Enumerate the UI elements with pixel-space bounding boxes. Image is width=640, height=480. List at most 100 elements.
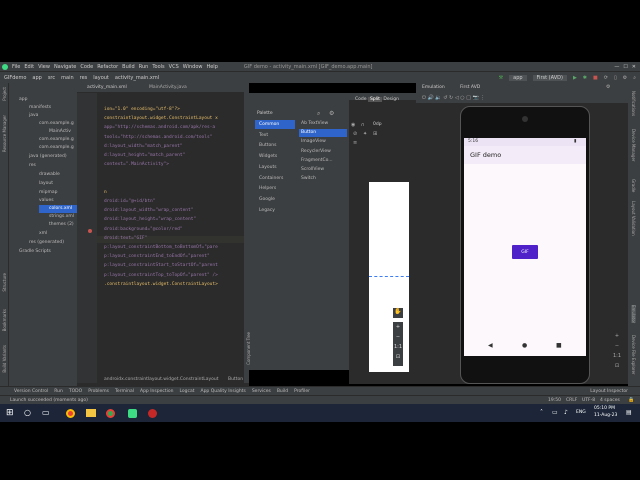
volume-icon[interactable]: ♪ <box>564 409 568 416</box>
emulator-settings-icon[interactable]: ⚙ <box>606 84 610 90</box>
code-line[interactable]: app="http://schemas.android.com/apk/res-… <box>104 125 215 130</box>
palette-item[interactable]: Ab TextView <box>301 121 328 126</box>
emulator-zoom-1to1[interactable]: 1:1 <box>612 351 622 361</box>
default-margin[interactable]: 0dp <box>373 122 382 127</box>
taskbar-date[interactable]: 11-Aug-23 <box>594 413 617 418</box>
power-icon[interactable]: ⏻ <box>422 95 426 101</box>
tab-terminal[interactable]: Terminal <box>115 389 134 394</box>
hammer-icon[interactable]: ⚒ <box>499 75 503 81</box>
tool-resource-manager[interactable]: Resource Manager <box>2 115 7 152</box>
code-line[interactable]: p:layout_constraintStart_toStartOf="pare… <box>104 263 218 268</box>
home-icon[interactable]: ○ <box>460 95 464 101</box>
menu-navigate[interactable]: Navigate <box>54 64 76 70</box>
emulator-zoom-fit-icon[interactable]: ⊡ <box>612 361 622 371</box>
screenshot-icon[interactable]: 📷 <box>473 95 479 101</box>
device-select[interactable]: First (AVD) <box>532 74 567 81</box>
breadcrumb-constraintlayout[interactable]: androidx.constraintlayout.widget.Constra… <box>104 377 219 382</box>
zoom-out-icon[interactable]: − <box>393 332 403 342</box>
code-line[interactable]: droid:background="@color/red" <box>104 227 183 232</box>
palette-category[interactable]: Layouts <box>259 165 277 170</box>
tree-java[interactable]: java <box>29 113 38 118</box>
stop-icon[interactable]: ■ <box>593 75 598 81</box>
tree-res-generated[interactable]: res (generated) <box>29 240 64 245</box>
tab-build[interactable]: Build <box>277 389 288 394</box>
close-icon[interactable]: ✕ <box>632 64 636 70</box>
emulator-zoom-in-icon[interactable]: + <box>612 331 622 341</box>
tree-app[interactable]: app <box>19 97 27 102</box>
tree-manifests[interactable]: manifests <box>29 105 51 110</box>
palette-category[interactable]: Legacy <box>259 208 275 213</box>
palette-item[interactable]: ImageView <box>301 139 326 144</box>
mode-design-button[interactable]: Design <box>383 97 399 102</box>
tool-structure[interactable]: Structure <box>2 273 7 292</box>
chrome-icon[interactable] <box>66 409 75 418</box>
run-config-select[interactable]: app <box>509 74 527 81</box>
debug-icon[interactable]: ✱ <box>583 75 587 81</box>
layout-preview[interactable] <box>369 182 409 372</box>
tree-package-main[interactable]: com.example.g <box>39 121 74 126</box>
tool-layout-validation[interactable]: Layout Validation <box>631 201 636 236</box>
rotate-right-icon[interactable]: ↻ <box>449 95 453 101</box>
tree-mipmap[interactable]: mipmap <box>39 190 58 195</box>
run-icon[interactable]: ▶ <box>573 75 577 81</box>
code-line[interactable]: constraintlayout.widget.ConstraintLayout… <box>104 116 218 121</box>
clear-constraints-icon[interactable]: ⊘ <box>353 131 357 137</box>
tree-layout[interactable]: layout <box>39 181 53 186</box>
emulation-tab[interactable]: Emulation <box>422 85 445 90</box>
tab-profiler[interactable]: Profiler <box>294 389 310 394</box>
nav-back-icon[interactable]: ◀ <box>488 342 493 349</box>
menu-tools[interactable]: Tools <box>152 64 164 70</box>
menu-run[interactable]: Run <box>139 64 149 70</box>
taskbar-time[interactable]: 05:10 PM <box>594 406 615 411</box>
palette-category[interactable]: Text <box>259 133 268 138</box>
magnet-icon[interactable]: ∩ <box>361 122 365 128</box>
more-icon[interactable]: ⋮ <box>480 95 485 101</box>
breadcrumb-app[interactable]: app <box>32 75 41 81</box>
tree-strings-xml[interactable]: strings.xml <box>49 214 74 219</box>
menu-view[interactable]: View <box>38 64 50 70</box>
tool-notifications[interactable]: Notifications <box>631 91 636 116</box>
zoom-1to1[interactable]: 1:1 <box>393 342 403 352</box>
code-line[interactable]: n <box>104 190 107 195</box>
tool-gradle[interactable]: Gradle <box>631 179 636 192</box>
tab-mainactivity-java[interactable]: MainActivity.java <box>149 85 187 90</box>
mode-split-button[interactable]: Split <box>367 97 382 102</box>
palette-category[interactable]: Containers <box>259 176 283 181</box>
component-tree-label[interactable]: Component Tree <box>246 332 251 365</box>
breadcrumb-main[interactable]: main <box>61 75 74 81</box>
tool-build-variants[interactable]: Build Variants <box>2 345 7 373</box>
tab-logcat[interactable]: Logcat <box>179 389 194 394</box>
nav-home-icon[interactable]: ● <box>522 342 527 349</box>
tree-themes[interactable]: themes (2) <box>49 222 74 227</box>
file-explorer-icon[interactable] <box>86 409 96 417</box>
phone-screen[interactable]: 5:16 ▮ GIF demo GIF ◀ ● ■ <box>464 138 586 356</box>
code-line[interactable]: p:layout_constraintTop_toTopOf="parent" … <box>104 273 218 278</box>
breadcrumb-layout[interactable]: layout <box>93 75 109 81</box>
emulator-device-tab[interactable]: First AVD <box>460 85 480 90</box>
breadcrumb-src[interactable]: src <box>48 75 55 81</box>
code-line[interactable]: tools="http://schemas.android.com/tools" <box>104 135 212 140</box>
recorder-icon[interactable] <box>148 409 157 418</box>
code-line[interactable]: droid:text="GIF" <box>104 236 147 241</box>
tool-bookmarks[interactable]: Bookmarks <box>2 309 7 331</box>
tree-package-androidtest[interactable]: com.example.g <box>39 145 74 150</box>
code-line[interactable]: droid:id="@+id/btn" <box>104 199 155 204</box>
volume-up-icon[interactable]: 🔊 <box>428 95 434 101</box>
tree-drawable[interactable]: drawable <box>39 172 60 177</box>
tree-mainactivity[interactable]: MainActiv <box>49 129 71 134</box>
tool-project[interactable]: Project <box>2 87 7 101</box>
tab-services[interactable]: Services <box>252 389 271 394</box>
menu-vcs[interactable]: VCS <box>169 64 179 70</box>
overview-icon[interactable]: □ <box>466 95 471 101</box>
search-icon[interactable]: ⌕ <box>633 75 636 81</box>
minimize-icon[interactable]: — <box>614 64 619 70</box>
code-line[interactable]: p:layout_constraintEnd_toEndOf="parent" <box>104 254 210 259</box>
palette-item[interactable]: RecyclerView <box>301 149 331 154</box>
tool-device-manager[interactable]: Device Manager <box>631 129 636 161</box>
emulator-zoom-out-icon[interactable]: − <box>612 341 622 351</box>
menu-file[interactable]: File <box>12 64 20 70</box>
back-icon[interactable]: ◁ <box>455 95 459 101</box>
guidelines-icon[interactable]: ⊞ <box>373 131 377 137</box>
zoom-fit-icon[interactable]: ⊡ <box>393 352 403 362</box>
tab-layout-inspector[interactable]: Layout Inspector <box>590 389 628 394</box>
